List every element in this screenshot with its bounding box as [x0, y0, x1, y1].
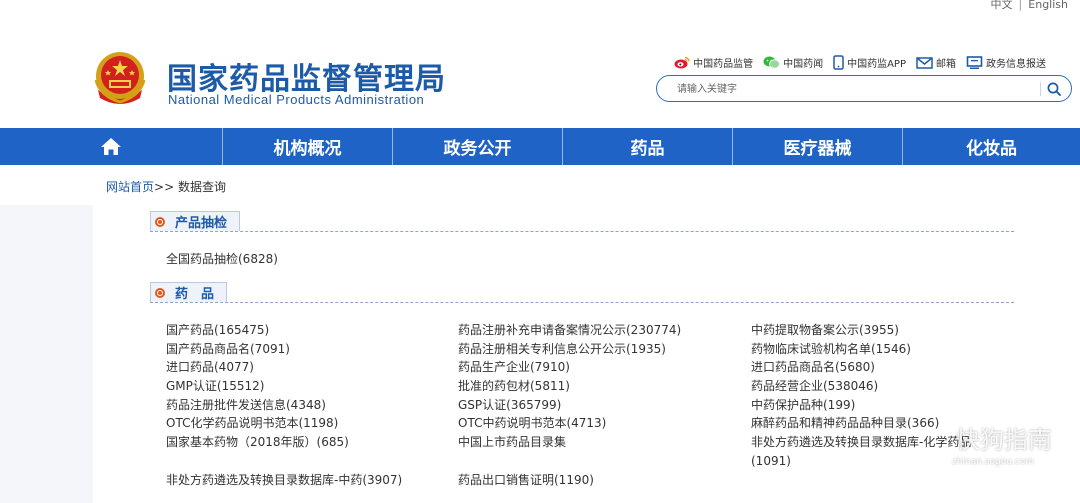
list-item[interactable]: 中药保护品种(199): [751, 396, 855, 414]
section-divider: [150, 231, 1014, 232]
toplink-label: 中国药品监管: [693, 59, 754, 70]
list-item[interactable]: 药品生产企业(7910): [458, 358, 570, 376]
list-item[interactable]: OTC中药说明书范本(4713): [458, 414, 606, 432]
left-gutter: [0, 205, 93, 503]
toplink-report[interactable]: 政务信息报送: [966, 55, 1046, 70]
list-item[interactable]: 批准的药包材(5811): [458, 377, 570, 395]
list-item[interactable]: 药品注册补充申请备案情况公示(230774): [458, 321, 681, 339]
weibo-icon: [674, 56, 690, 69]
toplink-label: 政务信息报送: [986, 59, 1046, 70]
section-divider: [150, 302, 1014, 303]
toplink-weibo[interactable]: 中国药品监管: [674, 55, 753, 70]
nav-item-organization[interactable]: 机构概况: [223, 128, 393, 165]
list-item[interactable]: 进口药品(4077): [166, 358, 254, 376]
breadcrumb: 网站首页>> 数据查询: [106, 178, 226, 195]
list-item[interactable]: 国产药品(165475): [166, 321, 269, 339]
national-emblem-icon[interactable]: [92, 50, 148, 108]
breadcrumb-current: 数据查询: [177, 180, 226, 194]
section-title: 产品抽检: [175, 216, 228, 231]
nav-home[interactable]: [0, 128, 223, 165]
list-item[interactable]: 全国药品抽检(6828): [166, 250, 278, 268]
list-item[interactable]: 非处方药遴选及转换目录数据库-化学药品: [751, 433, 971, 451]
toplink-label: 中国药闻: [783, 59, 824, 70]
breadcrumb-home-link[interactable]: 网站首页: [106, 180, 154, 194]
list-item[interactable]: 中国上市药品目录集: [458, 433, 566, 451]
list-item[interactable]: 药品经营企业(538046): [751, 377, 878, 395]
watermark-text: 快狗指南: [956, 426, 1052, 454]
bullet-target-icon: [155, 216, 165, 227]
search-box: [656, 75, 1072, 102]
monitor-icon: [966, 55, 983, 69]
search-divider: [1040, 82, 1041, 96]
brand-title-en: National Medical Products Administration: [168, 92, 425, 107]
list-item[interactable]: GMP认证(15512): [166, 377, 264, 395]
list-item-continued[interactable]: (1091): [751, 452, 791, 470]
toplink-app[interactable]: 中国药监APP: [833, 55, 906, 70]
nav-item-medical-devices[interactable]: 医疗器械: [733, 128, 903, 165]
home-icon: [101, 138, 121, 155]
list-item[interactable]: 药品注册批件发送信息(4348): [166, 396, 326, 414]
search-input[interactable]: [677, 81, 1017, 97]
list-item[interactable]: OTC化学药品说明书范本(1198): [166, 414, 338, 432]
mail-icon: [916, 56, 933, 69]
list-item[interactable]: 国产药品商品名(7091): [166, 340, 290, 358]
site-header: 国家药品监督管理局 National Medical Products Admi…: [0, 0, 1080, 128]
top-links: 中国药品监管 中国药闻 中国药监APP 邮箱 政务信息报送: [674, 55, 1046, 70]
toplink-mail[interactable]: 邮箱: [916, 55, 956, 70]
list-item[interactable]: 药品注册相关专利信息公开公示(1935): [458, 340, 666, 358]
toplink-label: 邮箱: [936, 59, 956, 70]
list-item[interactable]: 非处方药遴选及转换目录数据库-中药(3907): [166, 471, 402, 489]
list-item[interactable]: 国家基本药物（2018年版）(685): [166, 433, 349, 451]
nav-item-government-affairs[interactable]: 政务公开: [393, 128, 563, 165]
section-tab: 产品抽检: [150, 211, 241, 231]
nav-item-drugs[interactable]: 药品: [563, 128, 733, 165]
nav-item-cosmetics[interactable]: 化妆品: [903, 128, 1080, 165]
breadcrumb-separator: >>: [154, 180, 178, 194]
mobile-icon: [833, 55, 844, 70]
main-nav: 机构概况 政务公开 药品 医疗器械 化妆品: [0, 128, 1080, 165]
list-item[interactable]: 麻醉药品和精神药品品种目录(366): [751, 414, 939, 432]
search-icon[interactable]: [1046, 81, 1062, 97]
section-title: 药 品: [175, 287, 215, 302]
list-item[interactable]: 药品出口销售证明(1190): [458, 471, 594, 489]
list-item[interactable]: 中药提取物备案公示(3955): [751, 321, 899, 339]
toplink-wechat[interactable]: 中国药闻: [763, 55, 823, 70]
list-item[interactable]: GSP认证(365799): [458, 396, 561, 414]
list-item[interactable]: 进口药品商品名(5680): [751, 358, 875, 376]
section-tab: 药 品: [150, 282, 228, 302]
watermark-url: zhinan.sogou.com: [952, 457, 1034, 467]
toplink-label: 中国药监APP: [847, 59, 906, 70]
wechat-icon: [763, 56, 780, 69]
list-item[interactable]: 药物临床试验机构名单(1546): [751, 340, 911, 358]
bullet-target-icon: [155, 287, 165, 298]
